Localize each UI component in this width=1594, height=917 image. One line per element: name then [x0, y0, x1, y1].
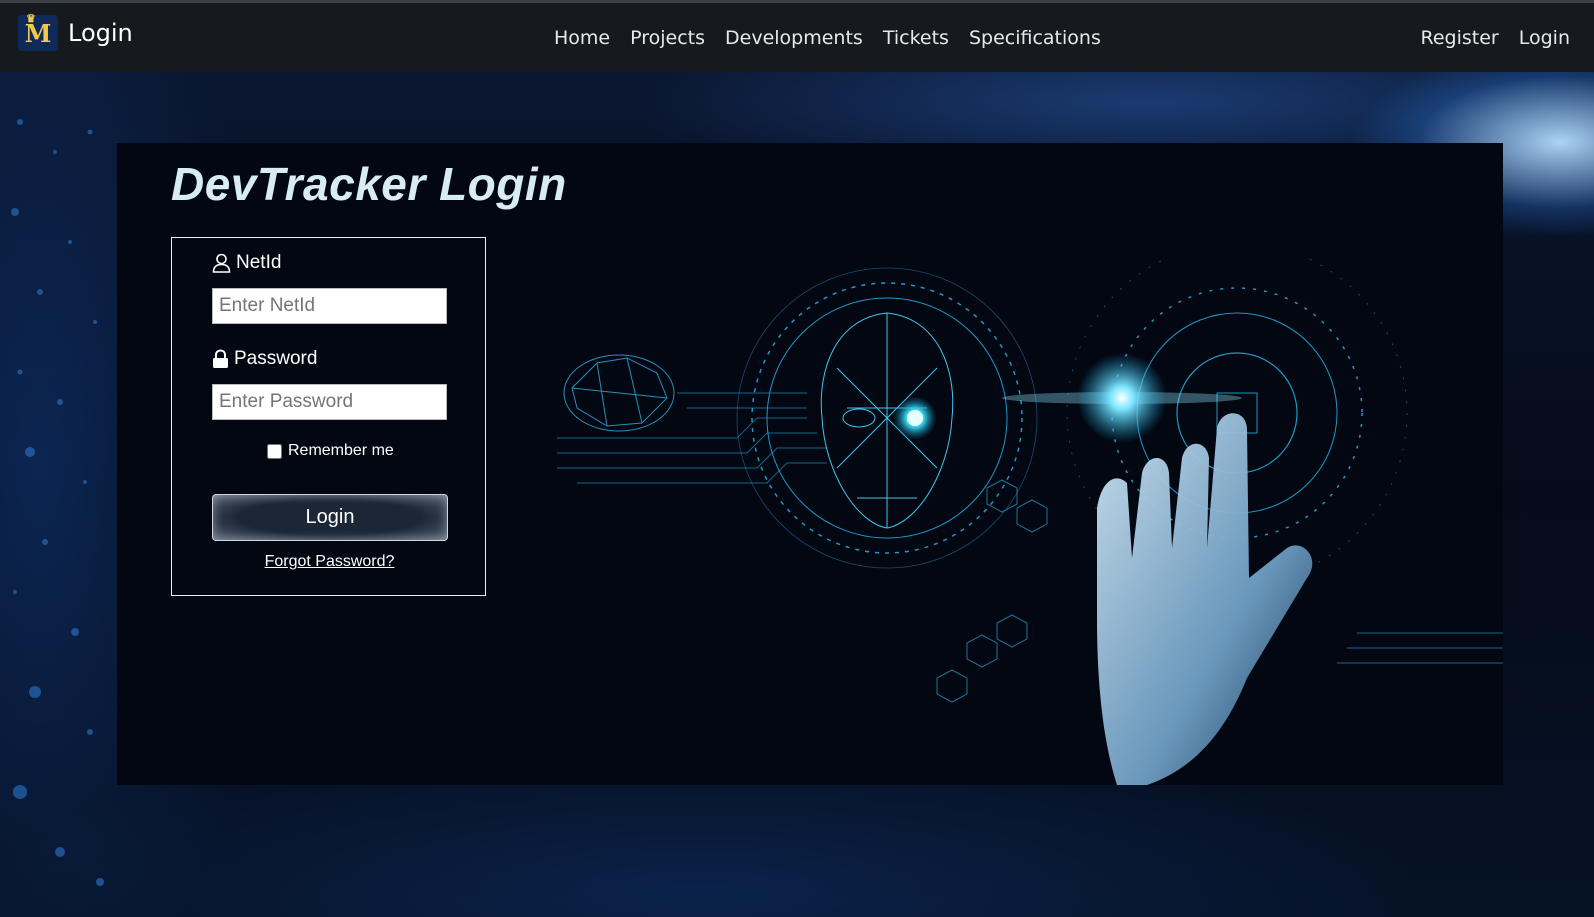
- ai-hero-illustration: [557, 258, 1503, 785]
- login-form: NetId Password Remember me Login Forgot …: [171, 237, 486, 596]
- brand-logo: ♛ M: [18, 12, 58, 51]
- remember-me-checkbox[interactable]: [267, 443, 282, 459]
- netid-input[interactable]: [212, 288, 447, 324]
- top-navbar: ♛ M Login Home Projects Developments Tic…: [0, 0, 1594, 72]
- login-panel: DevTracker Login NetId Password Remember…: [117, 143, 1503, 785]
- nav-link-register[interactable]: Register: [1421, 27, 1499, 49]
- nav-link-tickets[interactable]: Tickets: [883, 27, 949, 49]
- netid-label: NetId: [212, 252, 281, 274]
- background-bokeh-dots: [11, 119, 104, 886]
- forgot-password-link[interactable]: Forgot Password?: [172, 553, 487, 571]
- nav-link-specifications[interactable]: Specifications: [969, 27, 1101, 49]
- lock-icon: [213, 349, 228, 368]
- account-nav: Register Login: [1421, 27, 1571, 49]
- nav-link-developments[interactable]: Developments: [725, 27, 863, 49]
- page-title: DevTracker Login: [171, 158, 567, 210]
- user-icon: [212, 253, 231, 273]
- remember-me[interactable]: Remember me: [267, 442, 394, 460]
- login-button[interactable]: Login: [212, 494, 448, 541]
- crown-icon: ♛: [26, 12, 36, 25]
- password-label-text: Password: [234, 348, 318, 369]
- password-label: Password: [212, 348, 317, 370]
- password-input[interactable]: [212, 384, 447, 420]
- nav-link-home[interactable]: Home: [554, 27, 610, 49]
- main-nav: Home Projects Developments Tickets Speci…: [554, 27, 1101, 49]
- netid-label-text: NetId: [236, 252, 282, 273]
- remember-me-label: Remember me: [288, 442, 394, 459]
- nav-link-projects[interactable]: Projects: [630, 27, 705, 49]
- nav-link-login[interactable]: Login: [1519, 27, 1570, 49]
- brand-title: Login: [68, 19, 133, 47]
- brand[interactable]: ♛ M Login: [18, 12, 133, 51]
